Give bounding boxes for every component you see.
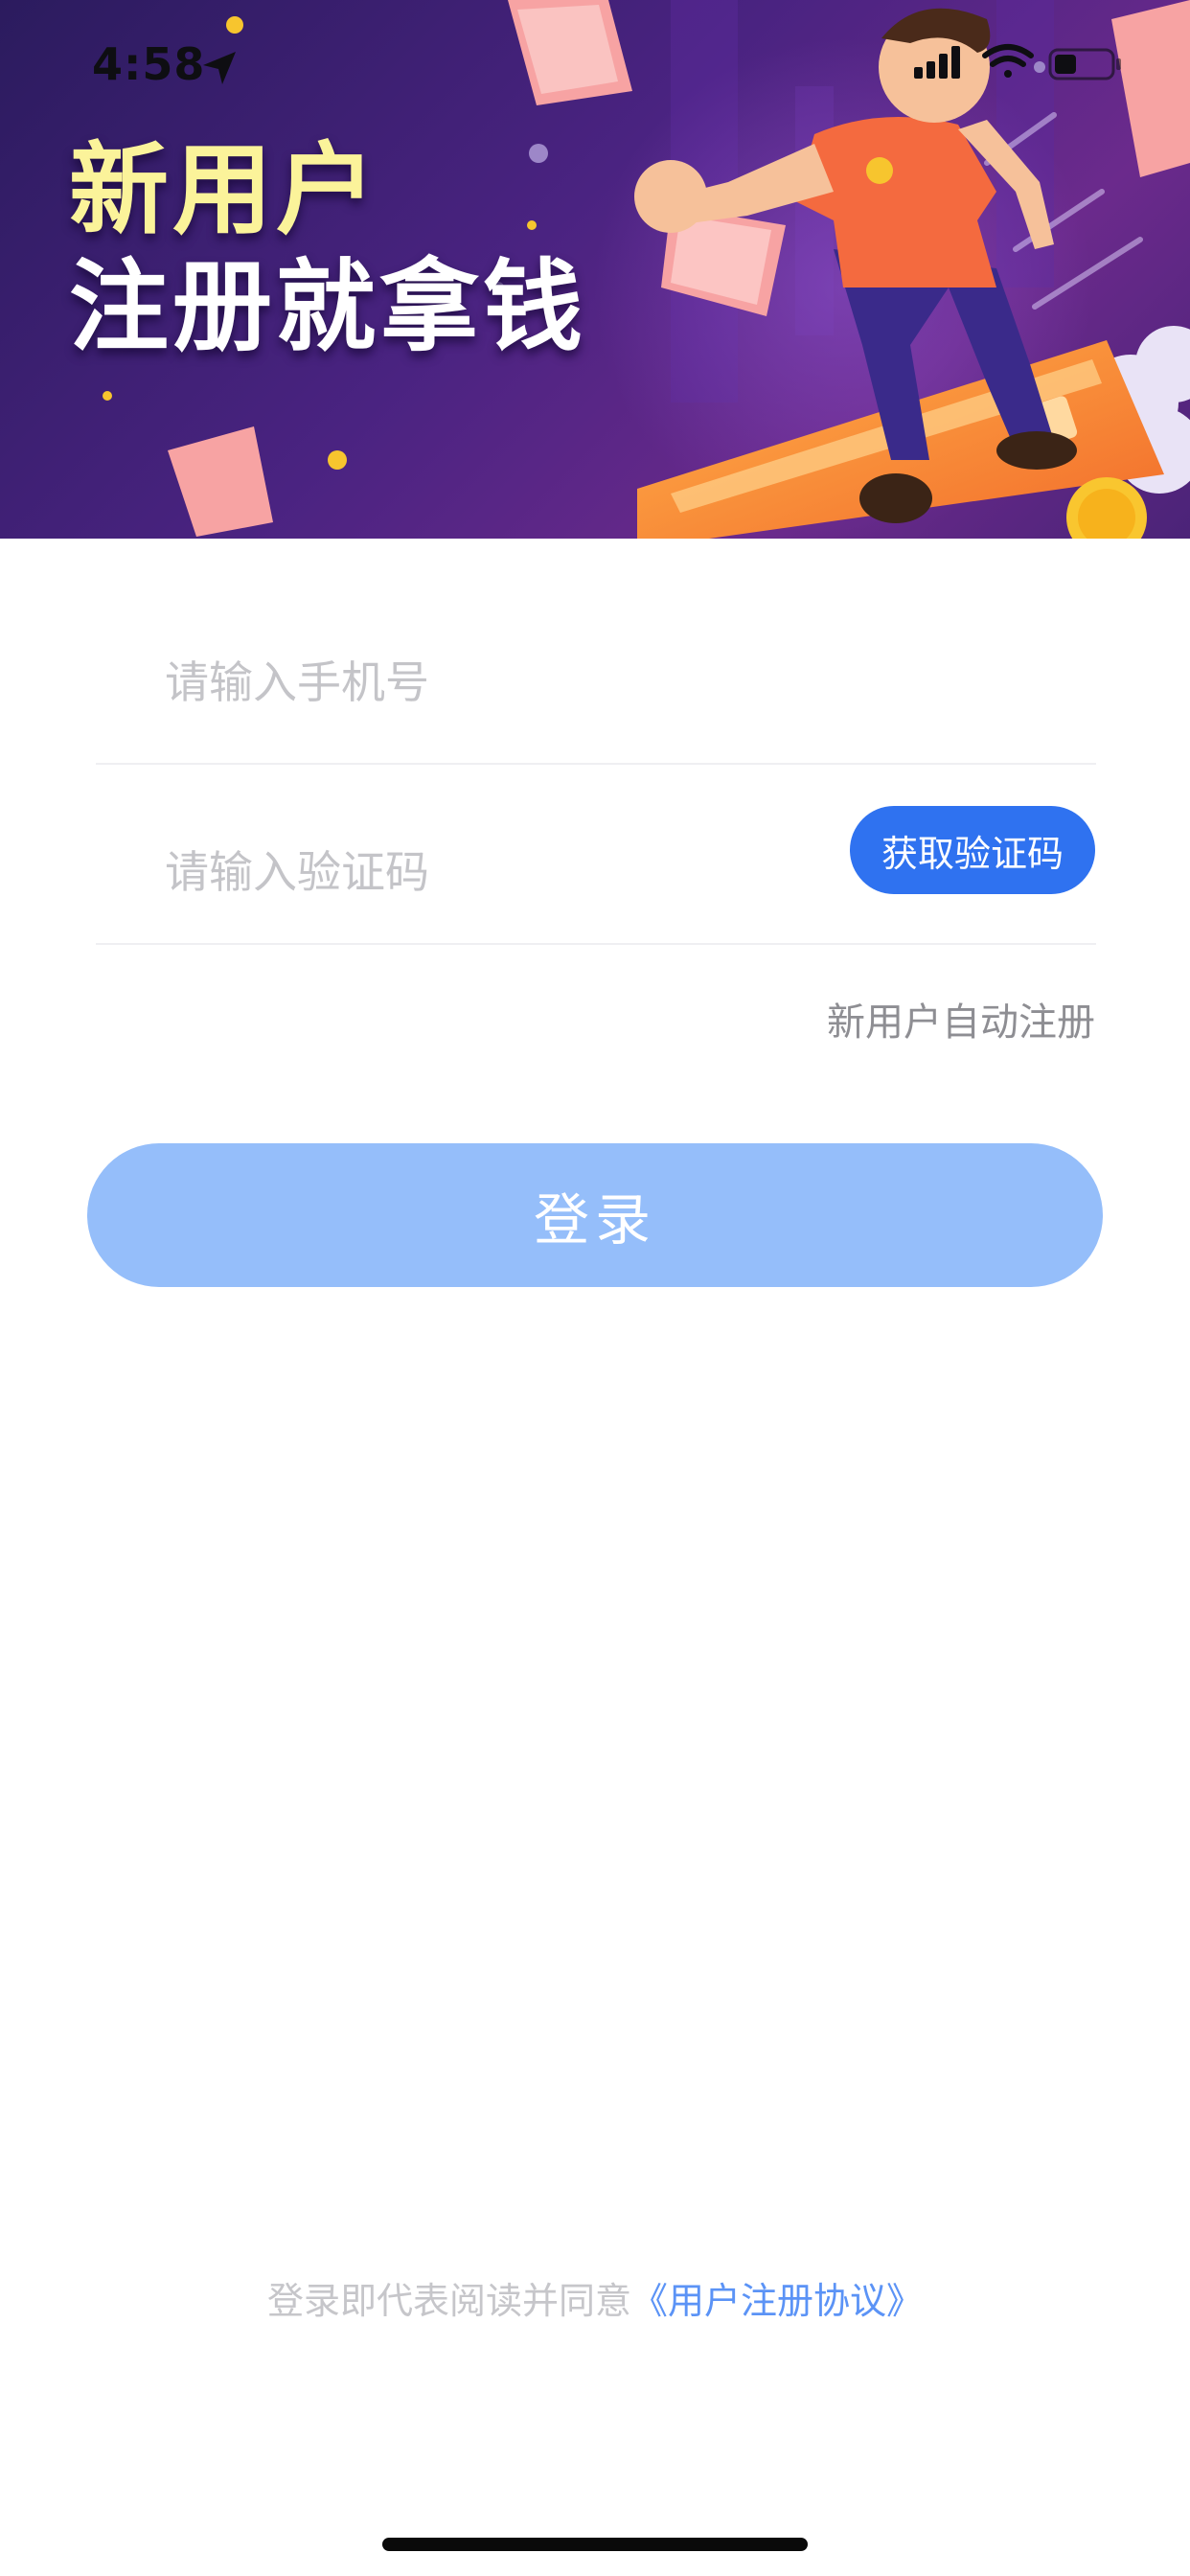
agreement-text: 登录即代表阅读并同意《用户注册协议》 [0,2271,1190,2324]
wifi-icon [982,44,1034,78]
cellular-signal-icon [914,46,960,79]
home-indicator[interactable] [382,2538,808,2551]
status-icons-svg [914,44,1121,80]
get-code-button[interactable]: 获取验证码 [850,806,1095,894]
banner-headline-line1: 新用户 [69,131,380,248]
auto-register-hint: 新用户自动注册 [827,1000,1095,1045]
code-divider [96,943,1096,945]
promo-banner[interactable]: 4:58 新用户 注册就拿钱 [0,0,1190,539]
verification-code-input[interactable] [165,841,816,903]
phone-input[interactable] [165,652,816,713]
banner-headline-line2: 注册就拿钱 [69,248,587,365]
location-arrow-icon [203,52,236,84]
user-agreement-link[interactable]: 《用户注册协议》 [631,2280,923,2322]
agreement-prefix: 登录即代表阅读并同意 [266,2280,631,2322]
status-icons [910,40,1131,92]
login-button[interactable]: 登录 [87,1143,1103,1287]
battery-icon [1048,48,1121,80]
phone-divider [96,763,1096,765]
